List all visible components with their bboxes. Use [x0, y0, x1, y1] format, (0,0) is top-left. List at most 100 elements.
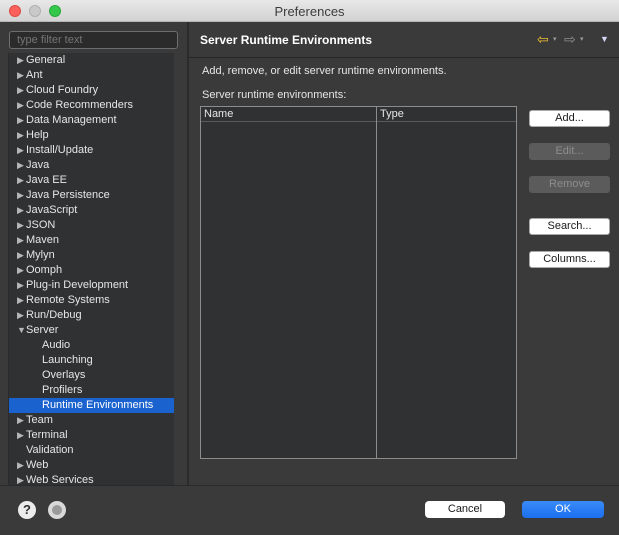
collapsed-arrow-icon[interactable]: ▶	[17, 98, 24, 113]
tree-item-oomph[interactable]: ▶ Oomph	[9, 263, 174, 278]
collapsed-arrow-icon[interactable]: ▶	[17, 143, 24, 158]
collapsed-arrow-icon[interactable]: ▶	[17, 68, 24, 83]
tree-item-label: Maven	[26, 234, 60, 246]
filter-input[interactable]	[9, 31, 178, 49]
tree-item-label: Launching	[42, 354, 93, 366]
tree-item-launching[interactable]: Launching	[9, 353, 174, 368]
collapsed-arrow-icon[interactable]: ▶	[17, 458, 24, 473]
collapsed-arrow-icon[interactable]: ▶	[17, 233, 24, 248]
sidebar: ▶General▶Ant▶Cloud Foundry▶Code Recommen…	[0, 22, 187, 505]
tree-item-label: JSON	[26, 219, 56, 231]
tree-item-label: Java	[26, 159, 50, 171]
back-arrow-icon[interactable]: ⇦	[537, 31, 549, 47]
tree-item-code-recommenders[interactable]: ▶ Code Recommenders	[9, 98, 174, 113]
tree-item-label: Ant	[26, 69, 43, 81]
window-title: Preferences	[274, 4, 345, 19]
tree-item-web[interactable]: ▶ Web	[9, 458, 174, 473]
table-header: Name Type	[201, 107, 516, 122]
collapsed-arrow-icon[interactable]: ▶	[17, 158, 24, 173]
add-button[interactable]: Add...	[529, 110, 610, 127]
collapsed-arrow-icon[interactable]: ▶	[17, 308, 24, 323]
collapsed-arrow-icon[interactable]: ▶	[17, 413, 24, 428]
collapsed-arrow-icon[interactable]: ▶	[17, 293, 24, 308]
column-header-type[interactable]: Type	[376, 107, 516, 122]
tree-item-runtime-environments[interactable]: Runtime Environments	[9, 398, 174, 413]
collapsed-arrow-icon[interactable]: ▶	[17, 203, 24, 218]
cancel-button[interactable]: Cancel	[425, 501, 505, 518]
collapsed-arrow-icon[interactable]: ▶	[17, 218, 24, 233]
tree-item-label: Code Recommenders	[26, 99, 133, 111]
tree-item-label: Help	[26, 129, 49, 141]
tree-item-help[interactable]: ▶ Help	[9, 128, 174, 143]
runtimes-table[interactable]: Name Type	[200, 106, 517, 459]
collapsed-arrow-icon[interactable]: ▶	[17, 53, 24, 68]
column-separator	[376, 107, 377, 458]
tree-item-label: Cloud Foundry	[26, 84, 99, 96]
tree-item-mylyn[interactable]: ▶ Mylyn	[9, 248, 174, 263]
tree-item-label: JavaScript	[26, 204, 78, 216]
tree-item-label: General	[26, 54, 66, 66]
view-menu-icon[interactable]: ▼	[600, 34, 609, 44]
remove-button[interactable]: Remove	[529, 176, 610, 193]
tree-item-data-management[interactable]: ▶ Data Management	[9, 113, 174, 128]
tree-item-profilers[interactable]: Profilers	[9, 383, 174, 398]
page-header: Server Runtime Environments ⇦ ▾ ⇨ ▾ ▼	[189, 22, 619, 58]
tree-item-server[interactable]: ▼ Server	[9, 323, 174, 338]
tree-item-validation[interactable]: Validation	[9, 443, 174, 458]
collapsed-arrow-icon[interactable]: ▶	[17, 278, 24, 293]
tree-item-label: Team	[26, 414, 53, 426]
forward-arrow-icon[interactable]: ⇨	[564, 31, 576, 47]
tree-item-label: Run/Debug	[26, 309, 82, 321]
tree-item-label: Profilers	[42, 384, 83, 396]
tree-item-cloud-foundry[interactable]: ▶ Cloud Foundry	[9, 83, 174, 98]
tree-item-label: Server	[26, 324, 59, 336]
tree-item-label: Java EE	[26, 174, 67, 186]
tree-item-terminal[interactable]: ▶ Terminal	[9, 428, 174, 443]
tree-item-label: Audio	[42, 339, 71, 351]
search-button[interactable]: Search...	[529, 218, 610, 235]
tree-item-ant[interactable]: ▶ Ant	[9, 68, 174, 83]
tree-item-json[interactable]: ▶ JSON	[9, 218, 174, 233]
tree-item-overlays[interactable]: Overlays	[9, 368, 174, 383]
collapsed-arrow-icon[interactable]: ▶	[17, 428, 24, 443]
collapsed-arrow-icon[interactable]: ▶	[17, 188, 24, 203]
tree-item-general[interactable]: ▶ General	[9, 53, 174, 68]
tree-item-label: Data Management	[26, 114, 117, 126]
tree-item-plug-in-development[interactable]: ▶ Plug-in Development	[9, 278, 174, 293]
tree-item-label: Install/Update	[26, 144, 94, 156]
tree-item-run-debug[interactable]: ▶ Run/Debug	[9, 308, 174, 323]
page-description: Add, remove, or edit server runtime envi…	[202, 65, 447, 77]
preference-tree: ▶ General ▶ Ant ▶ Cloud Foundry ▶ Code Recommen…	[8, 53, 174, 505]
collapsed-arrow-icon[interactable]: ▶	[17, 173, 24, 188]
tree-item-label: Terminal	[26, 429, 68, 441]
back-history-dropdown-icon[interactable]: ▾	[553, 35, 557, 43]
collapsed-arrow-icon[interactable]: ▶	[17, 263, 24, 278]
tree-item-remote-systems[interactable]: ▶ Remote Systems	[9, 293, 174, 308]
tree-item-java-ee[interactable]: ▶ Java EE	[9, 173, 174, 188]
edit-button[interactable]: Edit...	[529, 143, 610, 160]
collapsed-arrow-icon[interactable]: ▶	[17, 248, 24, 263]
tree-item-label: Web	[26, 459, 49, 471]
collapsed-arrow-icon[interactable]: ▶	[17, 128, 24, 143]
help-icon[interactable]: ?	[18, 501, 36, 519]
tree-item-audio[interactable]: Audio	[9, 338, 174, 353]
ok-button[interactable]: OK	[522, 501, 604, 518]
tree-item-team[interactable]: ▶ Team	[9, 413, 174, 428]
tree-item-label: Overlays	[42, 369, 86, 381]
forward-history-dropdown-icon[interactable]: ▾	[580, 35, 584, 43]
tree-item-java[interactable]: ▶ Java	[9, 158, 174, 173]
tree-item-java-persistence[interactable]: ▶ Java Persistence	[9, 188, 174, 203]
import-export-icon[interactable]	[48, 501, 66, 519]
tree-item-label: Validation	[26, 444, 74, 456]
expanded-arrow-icon[interactable]: ▼	[17, 323, 26, 338]
tree-item-javascript[interactable]: ▶ JavaScript	[9, 203, 174, 218]
tree-item-label: Java Persistence	[26, 189, 110, 201]
column-header-name[interactable]: Name	[201, 107, 376, 122]
preference-page: Add, remove, or edit server runtime envi…	[189, 58, 619, 485]
collapsed-arrow-icon[interactable]: ▶	[17, 83, 24, 98]
collapsed-arrow-icon[interactable]: ▶	[17, 113, 24, 128]
tree-item-label: Remote Systems	[26, 294, 110, 306]
tree-item-maven[interactable]: ▶ Maven	[9, 233, 174, 248]
tree-item-install-update[interactable]: ▶ Install/Update	[9, 143, 174, 158]
columns-button[interactable]: Columns...	[529, 251, 610, 268]
